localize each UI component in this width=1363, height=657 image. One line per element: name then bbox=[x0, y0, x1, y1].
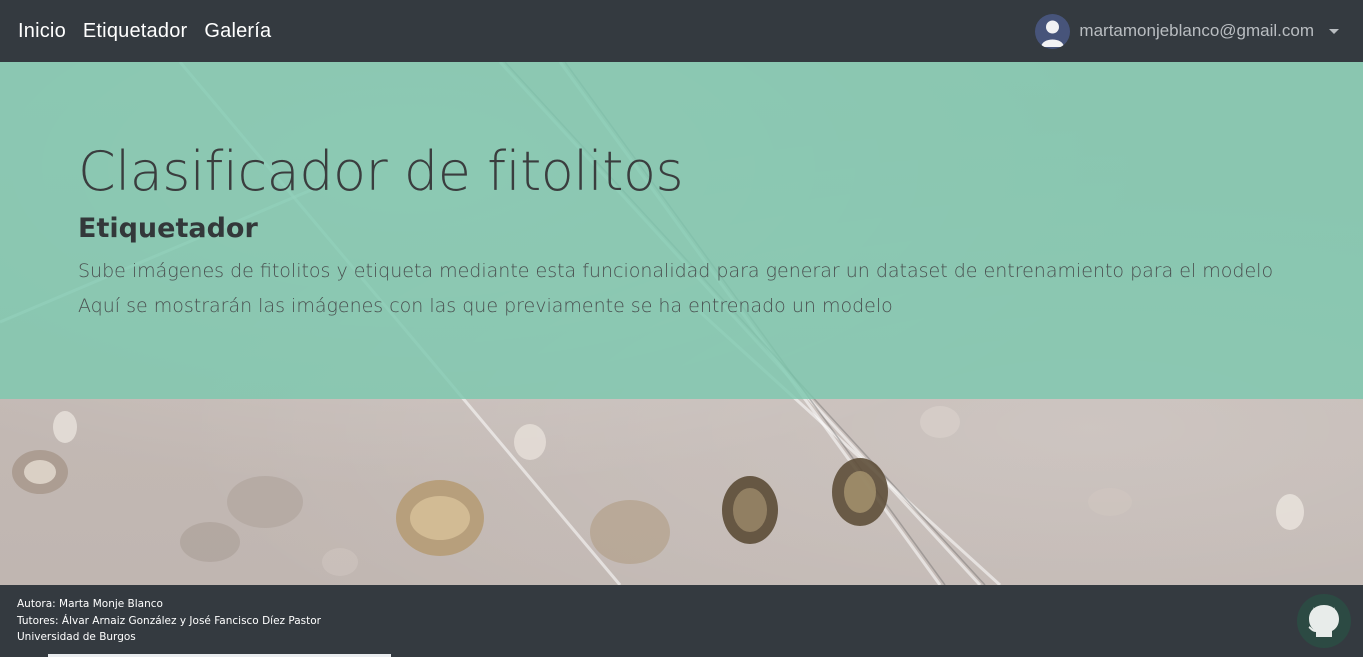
nav-links: Inicio Etiquetador Galería bbox=[18, 20, 271, 43]
nav-link-etiquetador[interactable]: Etiquetador bbox=[83, 20, 188, 43]
page-title: Clasificador de fitolitos bbox=[78, 140, 684, 203]
github-icon[interactable] bbox=[1297, 594, 1351, 648]
hero-description-line-2: Aquí se mostrarán las imágenes con las q… bbox=[78, 295, 893, 318]
hero-description-line-1: Sube imágenes de fitolitos y etiqueta me… bbox=[78, 260, 1274, 283]
top-navbar: Inicio Etiquetador Galería martamonjebla… bbox=[0, 0, 1363, 62]
footer-tutors: Tutores: Álvar Arnaiz González y José Fa… bbox=[17, 614, 322, 627]
caret-down-icon bbox=[1329, 28, 1339, 34]
nav-link-galeria[interactable]: Galería bbox=[204, 20, 271, 43]
footer-university: Universidad de Burgos bbox=[17, 631, 136, 643]
user-email: martamonjeblanco@gmail.com bbox=[1079, 21, 1314, 40]
nav-link-inicio[interactable]: Inicio bbox=[18, 20, 66, 43]
page-subtitle: Etiquetador bbox=[78, 213, 258, 245]
user-dropdown[interactable]: martamonjeblanco@gmail.com bbox=[1035, 13, 1345, 49]
footer-author: Autora: Marta Monje Blanco bbox=[17, 598, 163, 610]
hero-jumbotron: Clasificador de fitolitos Etiquetador Su… bbox=[0, 62, 1363, 399]
page-footer: Autora: Marta Monje Blanco Tutores: Álva… bbox=[0, 585, 1363, 657]
user-avatar-icon bbox=[1035, 13, 1071, 49]
